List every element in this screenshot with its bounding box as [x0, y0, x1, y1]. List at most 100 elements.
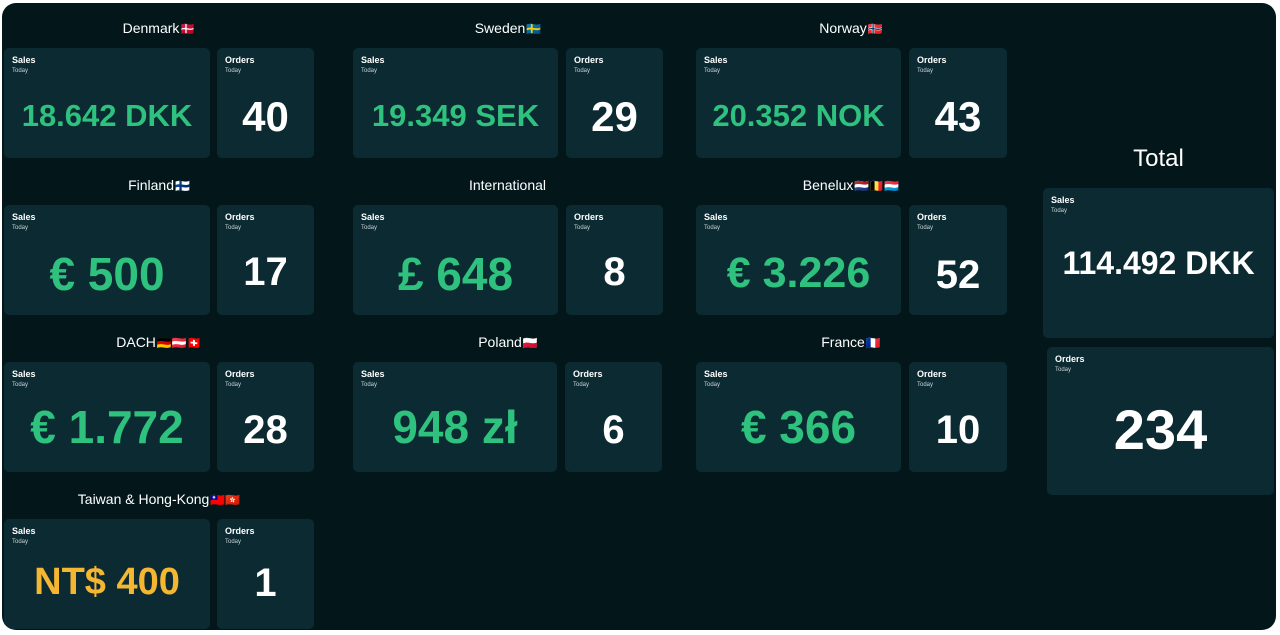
region-title: Sweden🇸🇪 — [353, 17, 663, 39]
region-title: Benelux🇳🇱🇧🇪🇱🇺 — [696, 174, 1006, 196]
orders-label: Orders — [573, 369, 603, 379]
sales-value: £ 648 — [397, 248, 514, 300]
orders-label: Orders — [917, 212, 947, 222]
sales-label: Sales — [12, 55, 36, 65]
sales-label: Sales — [704, 212, 728, 222]
sales-card: Sales Today 18.642 DKK — [4, 48, 210, 158]
flag-icon: 🇳🇴 — [867, 22, 883, 36]
orders-value: 1 — [254, 561, 277, 605]
orders-value: 52 — [935, 253, 981, 297]
region-title: Norway🇳🇴 — [696, 17, 1006, 39]
today-label: Today — [361, 382, 378, 388]
sales-value: 18.642 DKK — [21, 98, 193, 133]
orders-value: 10 — [935, 408, 981, 452]
sales-value: € 366 — [740, 401, 857, 453]
today-label: Today — [12, 382, 29, 388]
region-name: International — [468, 177, 547, 193]
orders-card: Orders Today 6 — [565, 362, 662, 472]
orders-card: Orders Today 10 — [909, 362, 1007, 472]
orders-card: Orders Today 43 — [909, 48, 1007, 158]
sales-value: € 3.226 — [726, 249, 871, 297]
sales-card: Sales Today £ 648 — [353, 205, 558, 315]
sales-label: Sales — [704, 369, 728, 379]
total-orders-value: 234 — [1113, 398, 1208, 461]
today-label: Today — [704, 68, 721, 74]
orders-label: Orders — [225, 212, 255, 222]
region-name: Taiwan & Hong-Kong — [77, 491, 210, 507]
orders-card: Orders Today 52 — [909, 205, 1007, 315]
sales-label: Sales — [12, 369, 36, 379]
sales-card: Sales Today € 3.226 — [696, 205, 901, 315]
region-name: Finland — [128, 177, 174, 193]
orders-label: Orders — [574, 55, 604, 65]
flag-icon: 🇫🇮 — [174, 179, 190, 193]
sales-label: Sales — [1051, 195, 1075, 205]
orders-card: Orders Today 28 — [217, 362, 314, 472]
flag-icon: 🇳🇱🇧🇪🇱🇺 — [854, 179, 900, 193]
flag-icon: 🇸🇪 — [526, 22, 542, 36]
region-title: Taiwan & Hong-Kong🇹🇼🇭🇰 — [4, 488, 314, 510]
orders-card: Orders Today 1 — [217, 519, 314, 629]
region-name: Norway — [819, 20, 867, 36]
sales-value: NT$ 400 — [34, 561, 180, 603]
sales-label: Sales — [12, 526, 36, 536]
sales-value: € 1.772 — [30, 401, 184, 453]
today-label: Today — [704, 382, 721, 388]
today-label: Today — [361, 225, 378, 231]
region-name: France — [821, 334, 865, 350]
orders-value: 40 — [242, 93, 289, 140]
today-label: Today — [1055, 367, 1072, 373]
orders-value: 8 — [603, 250, 626, 294]
orders-card: Orders Today 40 — [217, 48, 314, 158]
orders-value: 28 — [243, 408, 288, 452]
flag-icon: 🇫🇷 — [865, 336, 881, 350]
sales-label: Sales — [704, 55, 728, 65]
today-label: Today — [12, 539, 29, 545]
orders-label: Orders — [917, 369, 947, 379]
orders-label: Orders — [225, 526, 255, 536]
sales-card: Sales Today 20.352 NOK — [696, 48, 901, 158]
today-label: Today — [12, 225, 29, 231]
today-label: Today — [361, 68, 378, 74]
region-title: Denmark🇩🇰 — [4, 17, 314, 39]
region-title: DACH🇩🇪🇦🇹🇨🇭 — [4, 331, 314, 353]
sales-value: 20.352 NOK — [712, 98, 885, 133]
region-name: Benelux — [802, 177, 854, 193]
region-title: France🇫🇷 — [696, 331, 1006, 353]
sales-label: Sales — [12, 212, 36, 222]
sales-value: 948 zł — [392, 401, 518, 453]
total-sales-value: 114.492 DKK — [1062, 245, 1255, 281]
total-title: Total — [1133, 145, 1184, 172]
sales-value: 19.349 SEK — [371, 98, 540, 133]
flag-icon: 🇹🇼🇭🇰 — [210, 493, 241, 507]
sales-card: Sales Today NT$ 400 — [4, 519, 210, 629]
sales-label: Sales — [361, 212, 385, 222]
orders-label: Orders — [1055, 354, 1085, 364]
sales-card: Sales Today 19.349 SEK — [353, 48, 558, 158]
sales-card: Sales Today € 500 — [4, 205, 210, 315]
sales-card: Sales Today 948 zł — [353, 362, 557, 472]
sales-label: Sales — [361, 369, 385, 379]
region-title: Finland🇫🇮 — [4, 174, 314, 196]
flag-icon: 🇩🇰 — [180, 22, 196, 36]
region-title: Poland🇵🇱 — [353, 331, 663, 353]
orders-card: Orders Today 29 — [566, 48, 663, 158]
total-sales-card: Sales Today 114.492 DKK — [1043, 188, 1274, 338]
today-label: Today — [917, 382, 934, 388]
orders-card: Orders Today 8 — [566, 205, 663, 315]
orders-label: Orders — [917, 55, 947, 65]
today-label: Today — [917, 68, 934, 74]
sales-card: Sales Today € 1.772 — [4, 362, 210, 472]
region-name: Poland — [478, 334, 522, 350]
today-label: Today — [225, 68, 242, 74]
orders-label: Orders — [225, 369, 255, 379]
today-label: Today — [225, 539, 242, 545]
region-name: Sweden — [474, 20, 526, 36]
region-name: Denmark — [122, 20, 180, 36]
orders-label: Orders — [574, 212, 604, 222]
orders-value: 17 — [243, 250, 288, 294]
today-label: Today — [225, 382, 242, 388]
today-label: Today — [917, 225, 934, 231]
today-label: Today — [12, 68, 29, 74]
today-label: Today — [574, 225, 591, 231]
